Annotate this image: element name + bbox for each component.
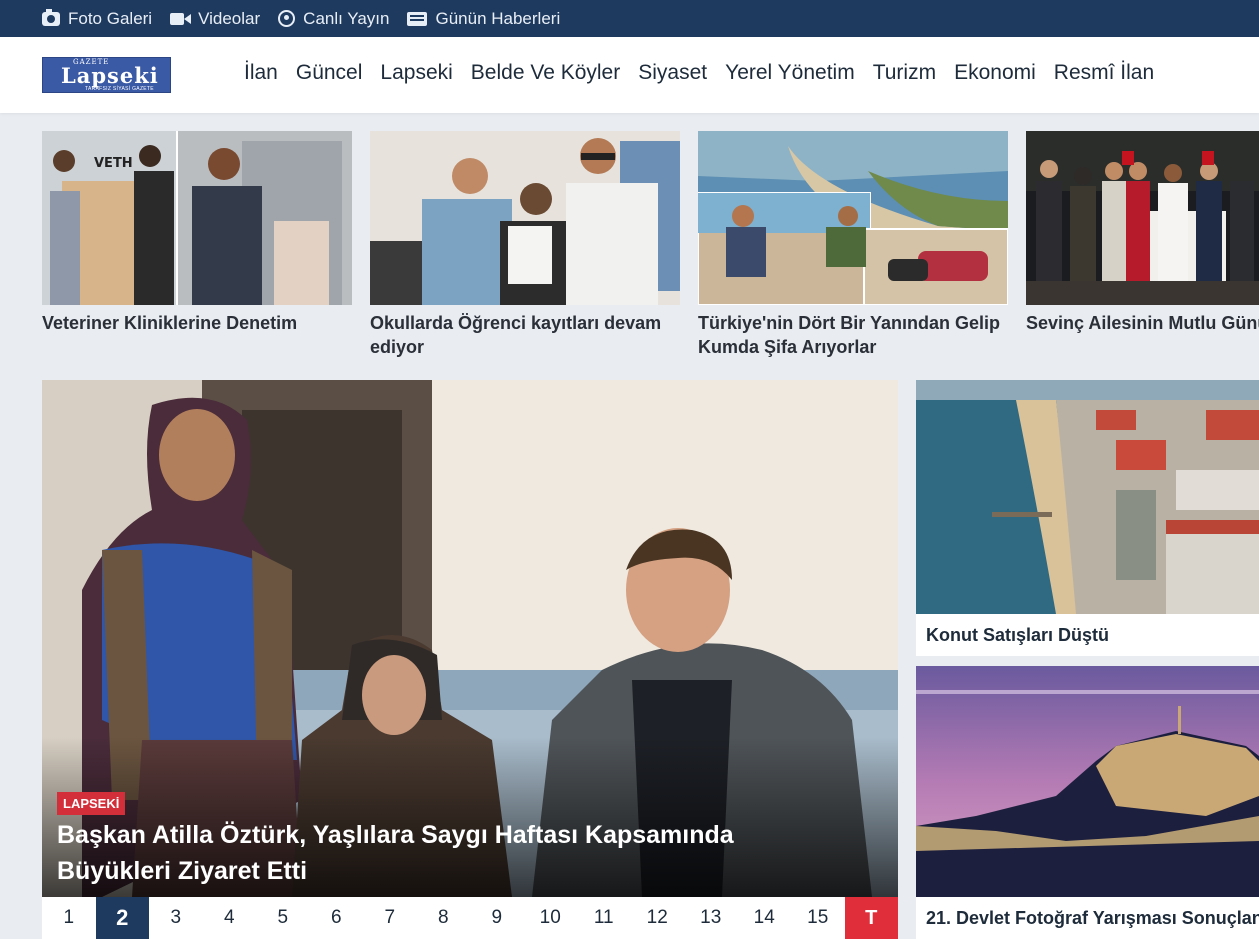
category-badge[interactable]: LAPSEKİ xyxy=(57,792,126,815)
news-card-title[interactable]: Okullarda Öğrenci kayıtları devam ediyor xyxy=(370,311,680,359)
all-news-button[interactable]: T xyxy=(844,897,898,939)
news-card-title[interactable]: Türkiye'nin Dört Bir Yanından Gelip Kumd… xyxy=(698,311,1008,359)
nav-item-turizm[interactable]: Turizm xyxy=(873,61,936,85)
page-button[interactable]: 1 xyxy=(42,897,96,939)
news-card-image[interactable]: VETH xyxy=(42,131,352,305)
news-card[interactable]: Türkiye'nin Dört Bir Yanından Gelip Kumd… xyxy=(698,131,1008,359)
slider-pagination: 1 2 3 4 5 6 7 8 9 10 11 12 13 14 15 T xyxy=(42,897,898,939)
news-card-image[interactable] xyxy=(1026,131,1259,305)
news-card-title[interactable]: Sevinç Ailesinin Mutlu Günü xyxy=(1026,311,1259,335)
page-button[interactable]: 10 xyxy=(524,897,578,939)
top-bar: Foto Galeri Videolar Canlı Yayın Günün H… xyxy=(0,0,1259,37)
camera-icon xyxy=(42,8,60,26)
main-nav: İlan Güncel Lapseki Belde Ve Köyler Siya… xyxy=(244,61,1172,85)
nav-item-ilan[interactable]: İlan xyxy=(244,61,278,85)
video-icon xyxy=(170,12,192,25)
nav-item-siyaset[interactable]: Siyaset xyxy=(638,61,707,85)
news-card[interactable]: Sevinç Ailesinin Mutlu Günü xyxy=(1026,131,1259,335)
page-button[interactable]: 6 xyxy=(310,897,364,939)
podcast-icon xyxy=(278,10,296,27)
news-card[interactable]: Okullarda Öğrenci kayıtları devam ediyor xyxy=(370,131,680,359)
site-logo[interactable]: GAZETE Lapseki TARAFSIZ SİYASİ GAZETE xyxy=(42,57,171,93)
videos-label: Videolar xyxy=(198,8,261,28)
live-broadcast-link[interactable]: Canlı Yayın xyxy=(278,9,389,29)
nav-item-belde-koyler[interactable]: Belde Ve Köyler xyxy=(471,61,620,85)
side-news-image[interactable] xyxy=(916,380,1259,614)
photo-gallery-label: Foto Galeri xyxy=(68,8,153,28)
videos-link[interactable]: Videolar xyxy=(170,9,260,29)
side-news-card[interactable]: 21. Devlet Fotoğraf Yarışması Sonuçlandı xyxy=(916,666,1259,939)
page-button[interactable]: 7 xyxy=(363,897,417,939)
nav-item-yerel-yonetim[interactable]: Yerel Yönetim xyxy=(725,61,855,85)
page-button[interactable]: 11 xyxy=(577,897,631,939)
news-card-image[interactable] xyxy=(698,131,1008,305)
news-card-title[interactable]: Veteriner Kliniklerine Denetim xyxy=(42,311,352,335)
page-button[interactable]: 4 xyxy=(203,897,257,939)
daily-news-label: Günün Haberleri xyxy=(435,8,561,28)
news-card[interactable]: VETH Veteriner Kliniklerine Denetim xyxy=(42,131,352,335)
page-button[interactable]: 8 xyxy=(417,897,471,939)
nav-item-lapseki[interactable]: Lapseki xyxy=(380,61,452,85)
logo-main-text: Lapseki xyxy=(61,63,159,88)
photo-gallery-link[interactable]: Foto Galeri xyxy=(42,8,153,29)
page-button[interactable]: 12 xyxy=(631,897,685,939)
page-button[interactable]: 15 xyxy=(791,897,845,939)
page-button[interactable]: 5 xyxy=(256,897,310,939)
newspaper-icon xyxy=(407,11,428,26)
hero-slider[interactable]: LAPSEKİ Başkan Atilla Öztürk, Yaşlılara … xyxy=(42,380,898,897)
nav-item-resmi-ilan[interactable]: Resmî İlan xyxy=(1054,61,1154,85)
logo-sub-text: TARAFSIZ SİYASİ GAZETE xyxy=(85,86,154,92)
page-button[interactable]: 9 xyxy=(470,897,524,939)
side-news-title[interactable]: Konut Satışları Düştü xyxy=(916,614,1259,656)
page-button[interactable]: 13 xyxy=(684,897,738,939)
side-news-image[interactable] xyxy=(916,666,1259,897)
side-news-title[interactable]: 21. Devlet Fotoğraf Yarışması Sonuçlandı xyxy=(916,897,1259,939)
news-card-image[interactable] xyxy=(370,131,680,305)
page-button[interactable]: 14 xyxy=(738,897,792,939)
nav-item-ekonomi[interactable]: Ekonomi xyxy=(954,61,1036,85)
side-news-card[interactable]: Konut Satışları Düştü xyxy=(916,380,1259,656)
daily-news-link[interactable]: Günün Haberleri xyxy=(407,9,560,29)
page-button-active[interactable]: 2 xyxy=(95,897,149,939)
page-button[interactable]: 3 xyxy=(149,897,203,939)
site-header: GAZETE Lapseki TARAFSIZ SİYASİ GAZETE İl… xyxy=(0,37,1259,113)
hero-title[interactable]: Başkan Atilla Öztürk, Yaşlılara Saygı Ha… xyxy=(57,817,837,889)
live-broadcast-label: Canlı Yayın xyxy=(303,8,390,28)
nav-item-guncel[interactable]: Güncel xyxy=(296,61,363,85)
svg-text:VETH: VETH xyxy=(94,156,133,171)
